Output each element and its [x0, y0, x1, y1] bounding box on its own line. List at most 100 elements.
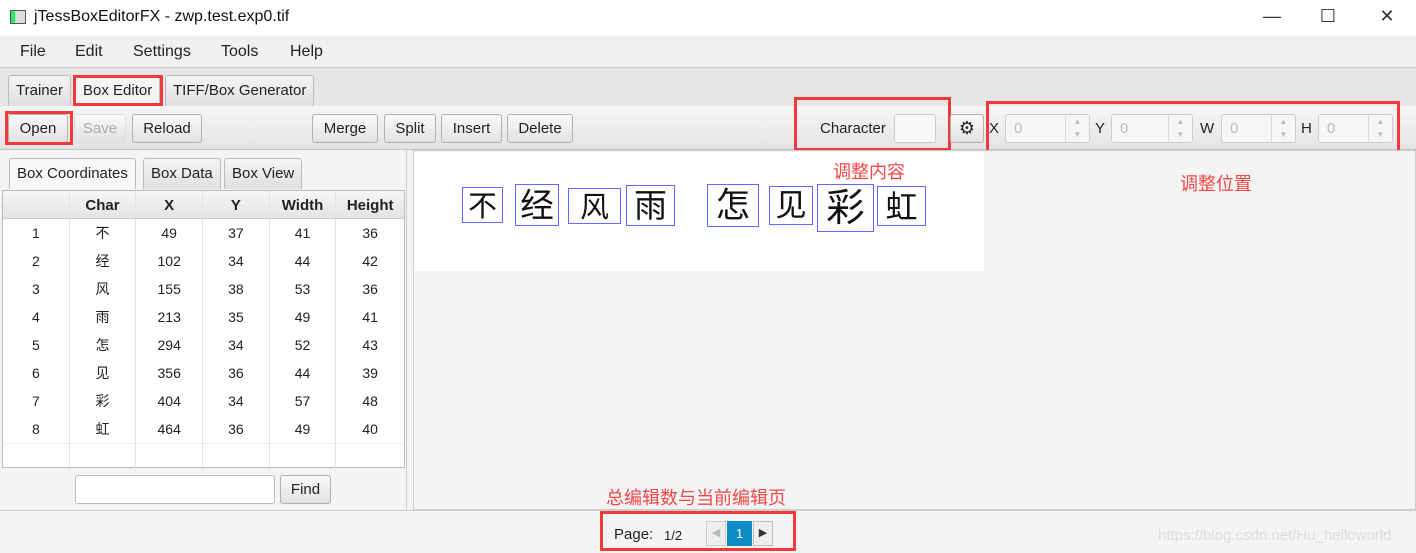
- x-value: 0: [1014, 120, 1023, 137]
- character-input[interactable]: [894, 114, 936, 143]
- column-header[interactable]: Width: [269, 191, 337, 219]
- char-box[interactable]: 雨: [626, 185, 675, 226]
- table-cell: 8: [3, 415, 70, 443]
- table-cell: 3: [3, 275, 70, 303]
- spinner-arrows-icon[interactable]: ▲ ▼: [1168, 115, 1192, 142]
- table-cell: 52: [270, 331, 337, 359]
- tab-trainer[interactable]: Trainer: [8, 75, 71, 106]
- table-row-empty: [3, 443, 405, 471]
- char-box[interactable]: 怎: [707, 184, 759, 227]
- table-cell: 37: [203, 219, 270, 247]
- spinner-arrows-icon[interactable]: ▲ ▼: [1065, 115, 1089, 142]
- char-box[interactable]: 见: [769, 186, 813, 225]
- column-header[interactable]: Y: [203, 191, 270, 219]
- table-cell: 彩: [70, 387, 137, 415]
- table-cell: 43: [362, 337, 378, 353]
- column-header[interactable]: [3, 191, 70, 219]
- table-cell: 294: [136, 331, 204, 359]
- table-cell: 41: [362, 309, 378, 325]
- w-label: W: [1200, 120, 1215, 137]
- table-cell: 7: [3, 387, 70, 415]
- tab-box-data[interactable]: Box Data: [143, 158, 221, 189]
- table-row[interactable]: 3 风 155 38 53 36: [3, 275, 404, 303]
- char-box[interactable]: 经: [515, 184, 559, 226]
- table-cell: 48: [362, 393, 378, 409]
- table-row[interactable]: 6 见 356 36 44 39: [3, 359, 404, 387]
- x-spinner[interactable]: 0 ▲ ▼: [1005, 114, 1090, 143]
- w-spinner[interactable]: 0 ▲ ▼: [1221, 114, 1296, 143]
- split-button[interactable]: Split: [384, 114, 436, 143]
- menu-tools[interactable]: Tools: [221, 43, 258, 61]
- h-spinner[interactable]: 0 ▲ ▼: [1318, 114, 1393, 143]
- menu-settings[interactable]: Settings: [133, 43, 191, 61]
- delete-button[interactable]: Delete: [507, 114, 573, 143]
- table-cell: 34: [203, 247, 270, 275]
- column-header[interactable]: Height: [336, 191, 405, 219]
- merge-button[interactable]: Merge: [312, 114, 378, 143]
- find-button[interactable]: Find: [280, 475, 331, 504]
- prev-page-button[interactable]: ◀: [706, 521, 726, 546]
- char-box[interactable]: 彩: [817, 184, 874, 232]
- menu-file[interactable]: File: [20, 43, 46, 61]
- table-cell: 35: [203, 303, 270, 331]
- column-header[interactable]: X: [136, 191, 204, 219]
- h-value: 0: [1327, 120, 1336, 137]
- table-cell: 155: [136, 275, 204, 303]
- minimize-button[interactable]: —: [1257, 6, 1287, 27]
- y-spinner[interactable]: 0 ▲ ▼: [1111, 114, 1193, 143]
- page-1-button[interactable]: 1: [727, 521, 752, 546]
- table-cell: 53: [270, 275, 337, 303]
- open-button[interactable]: Open: [8, 114, 68, 143]
- table-header: Char X Y Width Height: [3, 191, 405, 219]
- table-row[interactable]: 8 虹 464 36 49 40: [3, 415, 404, 443]
- table-row[interactable]: 5 怎 294 34 52 43: [3, 331, 404, 359]
- page-count: 1/2: [664, 528, 683, 543]
- table-row[interactable]: 2 经 102 34 44 42: [3, 247, 404, 275]
- close-button[interactable]: ✕: [1372, 6, 1402, 27]
- table-cell: 49: [270, 303, 337, 331]
- char-box[interactable]: 风: [568, 188, 621, 224]
- find-input[interactable]: [75, 475, 275, 504]
- spinner-arrows-icon[interactable]: ▲ ▼: [1271, 115, 1295, 142]
- table-cell: 49: [270, 415, 337, 443]
- char-box[interactable]: 不: [462, 187, 503, 223]
- menu-help[interactable]: Help: [290, 43, 323, 61]
- table-cell: 42: [362, 253, 378, 269]
- next-page-button[interactable]: ▶: [753, 521, 773, 546]
- table-cell: 怎: [70, 331, 137, 359]
- reload-button[interactable]: Reload: [132, 114, 202, 143]
- table-cell: 49: [136, 219, 204, 247]
- column-header[interactable]: Char: [69, 191, 137, 219]
- tab-box-view[interactable]: Box View: [224, 158, 303, 189]
- tab-box-editor[interactable]: Box Editor: [75, 75, 161, 106]
- gear-icon[interactable]: ⚙: [950, 114, 984, 143]
- table-cell: 36: [362, 225, 378, 241]
- table-cell: 213: [136, 303, 204, 331]
- maximize-button[interactable]: ☐: [1313, 6, 1343, 27]
- table-cell: 36: [203, 359, 270, 387]
- table-cell: 2: [3, 247, 70, 275]
- annotation-pages: 总编辑数与当前编辑页: [606, 488, 786, 508]
- table-cell: 1: [3, 219, 70, 247]
- table-cell: 6: [3, 359, 70, 387]
- menu-edit[interactable]: Edit: [75, 43, 103, 61]
- tab-tiff-box-generator[interactable]: TIFF/Box Generator: [165, 75, 315, 106]
- menu-bar: [0, 36, 1416, 68]
- table-cell: 36: [203, 415, 270, 443]
- table-row[interactable]: 1 不 49 37 41 36: [3, 219, 404, 247]
- save-button[interactable]: Save: [74, 114, 126, 143]
- page-label: Page:: [614, 526, 654, 543]
- insert-button[interactable]: Insert: [441, 114, 502, 143]
- table-row[interactable]: 4 雨 213 35 49 41: [3, 303, 404, 331]
- spinner-arrows-icon[interactable]: ▲ ▼: [1368, 115, 1392, 142]
- table-cell: 57: [270, 387, 337, 415]
- table-cell: 虹: [70, 415, 137, 443]
- h-label: H: [1301, 120, 1312, 137]
- table-cell: 雨: [70, 303, 137, 331]
- table-cell: 见: [70, 359, 137, 387]
- table-row[interactable]: 7 彩 404 34 57 48: [3, 387, 404, 415]
- tab-box-coordinates[interactable]: Box Coordinates: [9, 158, 136, 189]
- char-box[interactable]: 虹: [877, 186, 926, 226]
- window-title: jTessBoxEditorFX - zwp.test.exp0.tif: [34, 8, 290, 25]
- table-cell: 40: [362, 421, 378, 437]
